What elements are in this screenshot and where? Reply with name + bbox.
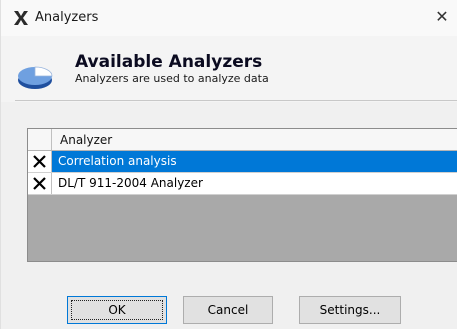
header-separator bbox=[15, 100, 457, 101]
header-title: Available Analyzers bbox=[75, 52, 263, 72]
analyzers-dialog: Analyzers ✕ Available Analyzers Analyzer… bbox=[0, 0, 457, 329]
cancel-button[interactable]: Cancel bbox=[183, 296, 273, 324]
cancel-button-label: Cancel bbox=[207, 303, 249, 317]
grid-header: Analyzer bbox=[28, 129, 457, 151]
header-subtitle: Analyzers are used to analyze data bbox=[75, 72, 269, 85]
close-button[interactable]: ✕ bbox=[426, 0, 457, 36]
title-bar: Analyzers ✕ bbox=[1, 0, 457, 36]
pie-chart-icon bbox=[18, 66, 53, 89]
grid-row[interactable]: DL/T 911-2004 Analyzer bbox=[28, 173, 457, 195]
analyzer-name[interactable]: DL/T 911-2004 Analyzer bbox=[52, 173, 457, 194]
settings-button-label: Settings... bbox=[319, 303, 381, 317]
dialog-header: Available Analyzers Analyzers are used t… bbox=[1, 36, 457, 102]
x-check-icon bbox=[33, 177, 46, 190]
window-title: Analyzers bbox=[35, 10, 99, 25]
focus-rectangle bbox=[71, 300, 163, 320]
analyzer-name[interactable]: Correlation analysis bbox=[52, 151, 457, 172]
grid-row[interactable]: Correlation analysis bbox=[28, 151, 457, 173]
grid-corner-cell bbox=[28, 129, 52, 150]
close-icon: ✕ bbox=[435, 7, 449, 26]
ok-button[interactable]: OK bbox=[67, 296, 167, 324]
settings-button[interactable]: Settings... bbox=[299, 296, 401, 324]
column-header-analyzer[interactable]: Analyzer bbox=[60, 133, 112, 147]
row-checkbox[interactable] bbox=[28, 173, 52, 194]
x-check-icon bbox=[33, 155, 46, 168]
row-checkbox[interactable] bbox=[28, 151, 52, 172]
app-x-icon bbox=[14, 11, 28, 25]
analyzers-grid[interactable]: Analyzer Correlation analysis DL/T 911-2… bbox=[27, 128, 457, 262]
